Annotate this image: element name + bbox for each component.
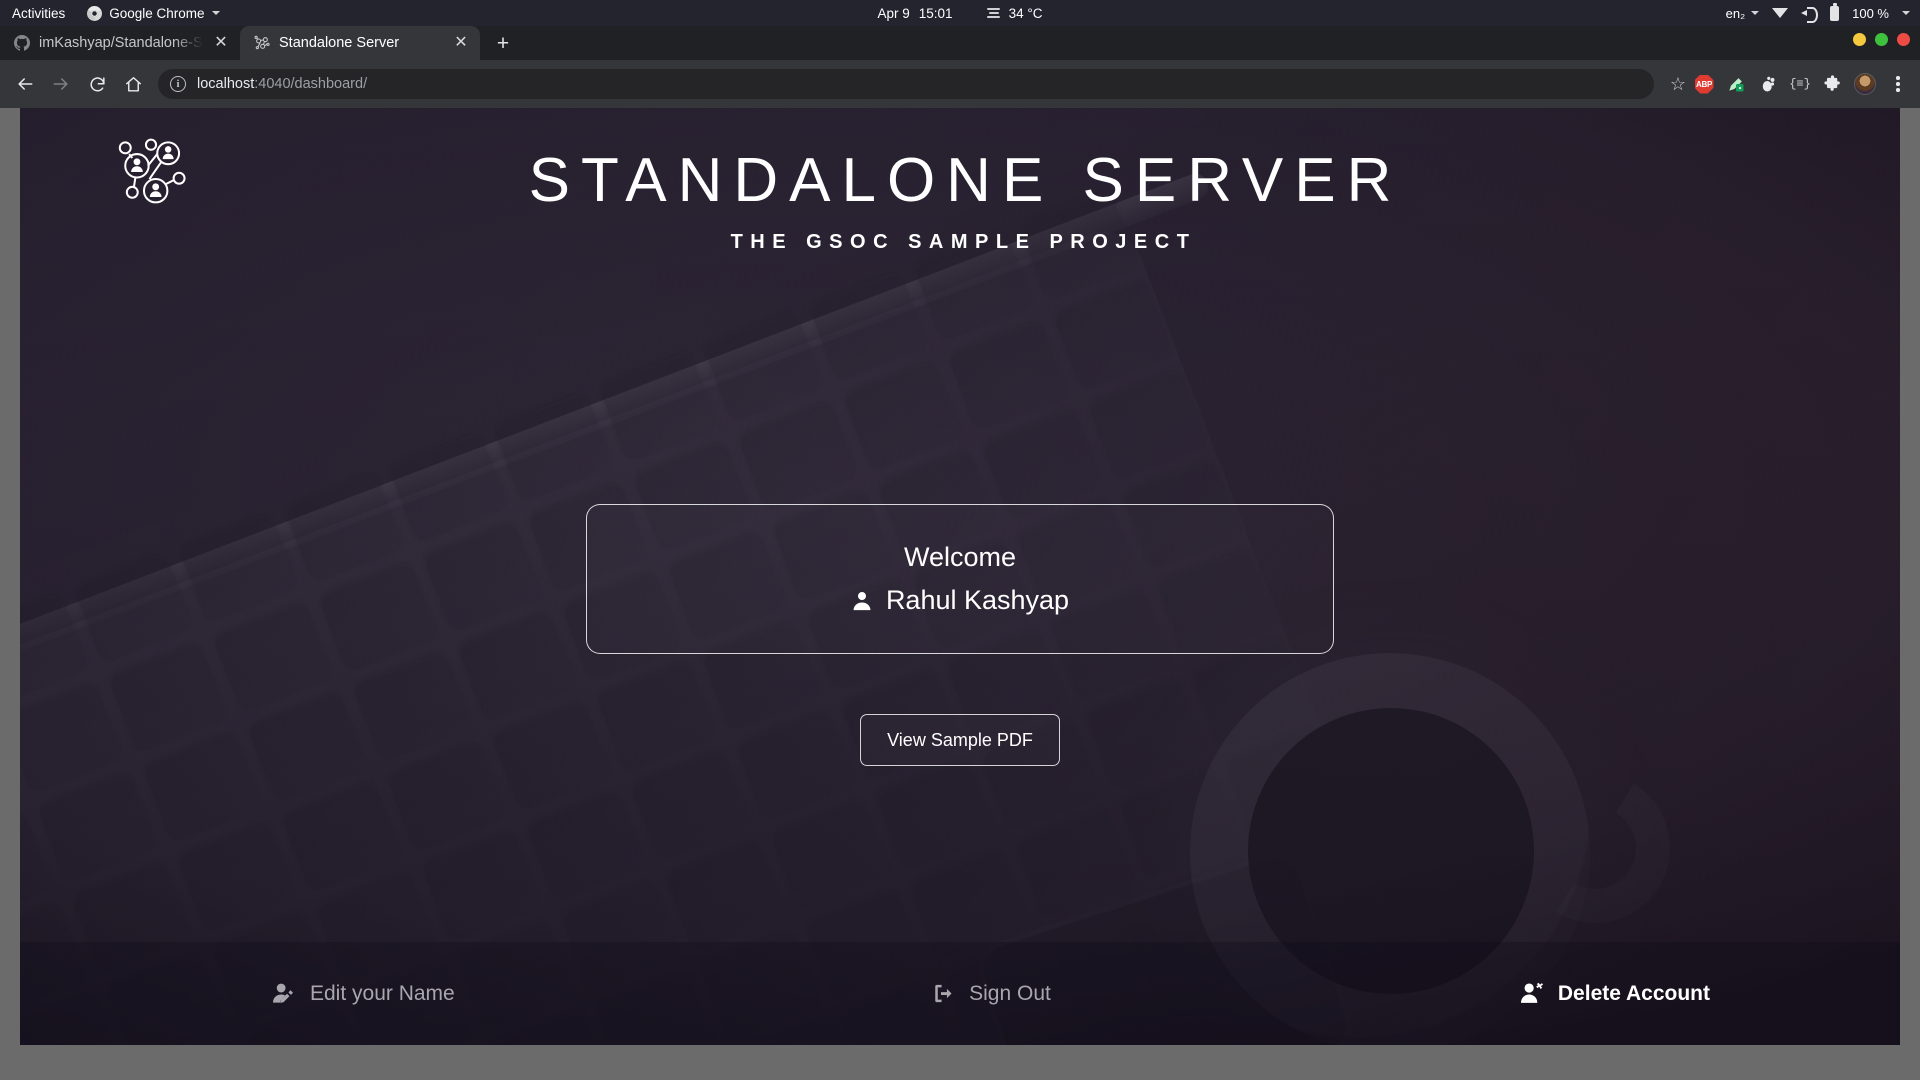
temperature-label: 34 °C <box>1009 6 1043 21</box>
user-row: Rahul Kashyap <box>851 585 1069 616</box>
network-icon[interactable] <box>1772 8 1788 18</box>
address-bar[interactable]: i localhost:4040/dashboard/ <box>158 69 1654 99</box>
desktop-background-bottom <box>0 1045 1920 1080</box>
minimize-button[interactable] <box>1853 33 1866 46</box>
github-icon <box>14 35 30 51</box>
view-sample-pdf-button[interactable]: View Sample PDF <box>860 714 1060 766</box>
code-brackets-label: {≡} <box>1789 77 1811 91</box>
adblock-plus-badge: ABP <box>1695 75 1714 94</box>
browser-tab-github[interactable]: imKashyap/Standalone-Se ✕ <box>0 26 240 60</box>
close-icon[interactable]: ✕ <box>452 34 470 52</box>
chevron-down-icon[interactable] <box>1902 11 1910 15</box>
gnome-foot-icon <box>1759 75 1777 93</box>
address-bar-url: localhost:4040/dashboard/ <box>197 76 367 92</box>
arrow-left-icon <box>15 74 35 94</box>
chevron-down-icon <box>212 11 220 15</box>
edit-name-label: Edit your Name <box>310 982 455 1006</box>
browser-toolbar: i localhost:4040/dashboard/ ☆ ABP {≡} <box>0 60 1920 108</box>
volume-icon[interactable] <box>1801 6 1817 20</box>
clock-time: 15:01 <box>919 6 953 21</box>
page-title: STANDALONE SERVER <box>518 148 1403 213</box>
code-brackets-icon[interactable]: {≡} <box>1790 74 1810 94</box>
gnome-extension-icon[interactable] <box>1758 74 1778 94</box>
activities-button[interactable]: Activities <box>12 6 65 21</box>
sign-out-label: Sign Out <box>969 982 1051 1006</box>
footer-action-bar: Edit your Name Sign Out Delete Account <box>20 942 1900 1045</box>
gnome-top-bar: Activities Google Chrome Apr 9 15:01 34 … <box>0 0 1920 26</box>
page-viewport: STANDALONE SERVER THE GSOC SAMPLE PROJEC… <box>20 108 1900 1045</box>
home-icon <box>124 75 143 94</box>
weather-indicator[interactable]: 34 °C <box>987 6 1043 21</box>
gnome-topbar-right: en₂ 100 % <box>1726 6 1910 21</box>
desktop-background-right <box>1900 108 1920 1045</box>
delete-account-button[interactable]: Delete Account <box>1231 982 1900 1006</box>
app-menu-chrome[interactable]: Google Chrome <box>87 6 219 21</box>
adblock-plus-icon[interactable]: ABP <box>1694 74 1714 94</box>
maximize-button[interactable] <box>1875 33 1888 46</box>
desktop-background-left <box>0 108 20 1045</box>
bookmark-star-icon[interactable]: ☆ <box>1664 70 1692 98</box>
reload-button[interactable] <box>80 67 114 101</box>
delete-account-label: Delete Account <box>1558 982 1710 1006</box>
battery-percent-label: 100 % <box>1852 6 1889 21</box>
eyedropper-icon <box>1726 74 1746 94</box>
dashboard-page: STANDALONE SERVER THE GSOC SAMPLE PROJEC… <box>20 108 1900 1045</box>
color-picker-icon[interactable] <box>1726 74 1746 94</box>
close-icon[interactable]: ✕ <box>212 34 230 52</box>
app-menu-label: Google Chrome <box>109 6 204 21</box>
info-circle-icon[interactable]: i <box>170 76 186 92</box>
kebab-menu-icon[interactable] <box>1888 74 1908 94</box>
user-edit-icon <box>272 982 297 1005</box>
home-button[interactable] <box>116 67 150 101</box>
network-people-logo <box>112 133 190 211</box>
keyboard-layout-label: en₂ <box>1726 6 1746 21</box>
user-times-icon <box>1520 982 1545 1005</box>
close-window-button[interactable] <box>1897 33 1910 46</box>
user-name: Rahul Kashyap <box>886 585 1069 616</box>
page-subtitle: THE GSOC SAMPLE PROJECT <box>724 231 1197 254</box>
chevron-down-icon <box>1751 11 1759 15</box>
url-host: localhost <box>197 76 254 92</box>
browser-tab-title: Standalone Server <box>279 35 443 51</box>
battery-icon[interactable] <box>1830 6 1839 21</box>
sign-out-button[interactable]: Sign Out <box>751 982 1230 1006</box>
clock-button[interactable]: Apr 9 15:01 <box>878 6 953 21</box>
chrome-logo-icon <box>87 6 102 21</box>
navigation-buttons <box>0 67 150 101</box>
reload-icon <box>88 75 107 94</box>
gnome-topbar-center: Apr 9 15:01 34 °C <box>0 6 1920 21</box>
browser-tab-standalone-server[interactable]: Standalone Server ✕ <box>240 26 480 60</box>
profile-avatar[interactable] <box>1854 73 1876 95</box>
network-icon <box>254 35 270 51</box>
url-path: :4040/dashboard/ <box>254 76 367 92</box>
browser-tab-title: imKashyap/Standalone-Se <box>39 35 203 51</box>
puzzle-piece-icon <box>1823 75 1842 94</box>
welcome-label: Welcome <box>904 542 1016 573</box>
forward-button[interactable] <box>44 67 78 101</box>
gnome-topbar-left: Activities Google Chrome <box>0 6 220 21</box>
welcome-card: Welcome Rahul Kashyap <box>586 504 1334 654</box>
keyboard-layout-indicator[interactable]: en₂ <box>1726 6 1760 21</box>
browser-tab-strip: imKashyap/Standalone-Se ✕ Standalone Ser… <box>0 26 1920 60</box>
arrow-right-icon <box>51 74 71 94</box>
extension-icons: ABP {≡} <box>1694 73 1920 95</box>
hero-section: STANDALONE SERVER THE GSOC SAMPLE PROJEC… <box>20 108 1900 942</box>
window-controls <box>1853 26 1910 52</box>
clock-date: Apr 9 <box>878 6 910 21</box>
edit-name-button[interactable]: Edit your Name <box>20 982 751 1006</box>
weather-icon <box>987 8 1002 18</box>
new-tab-button[interactable]: + <box>486 28 520 58</box>
back-button[interactable] <box>8 67 42 101</box>
puzzle-extensions-icon[interactable] <box>1822 74 1842 94</box>
user-icon <box>851 589 873 613</box>
sign-out-icon <box>931 982 956 1005</box>
